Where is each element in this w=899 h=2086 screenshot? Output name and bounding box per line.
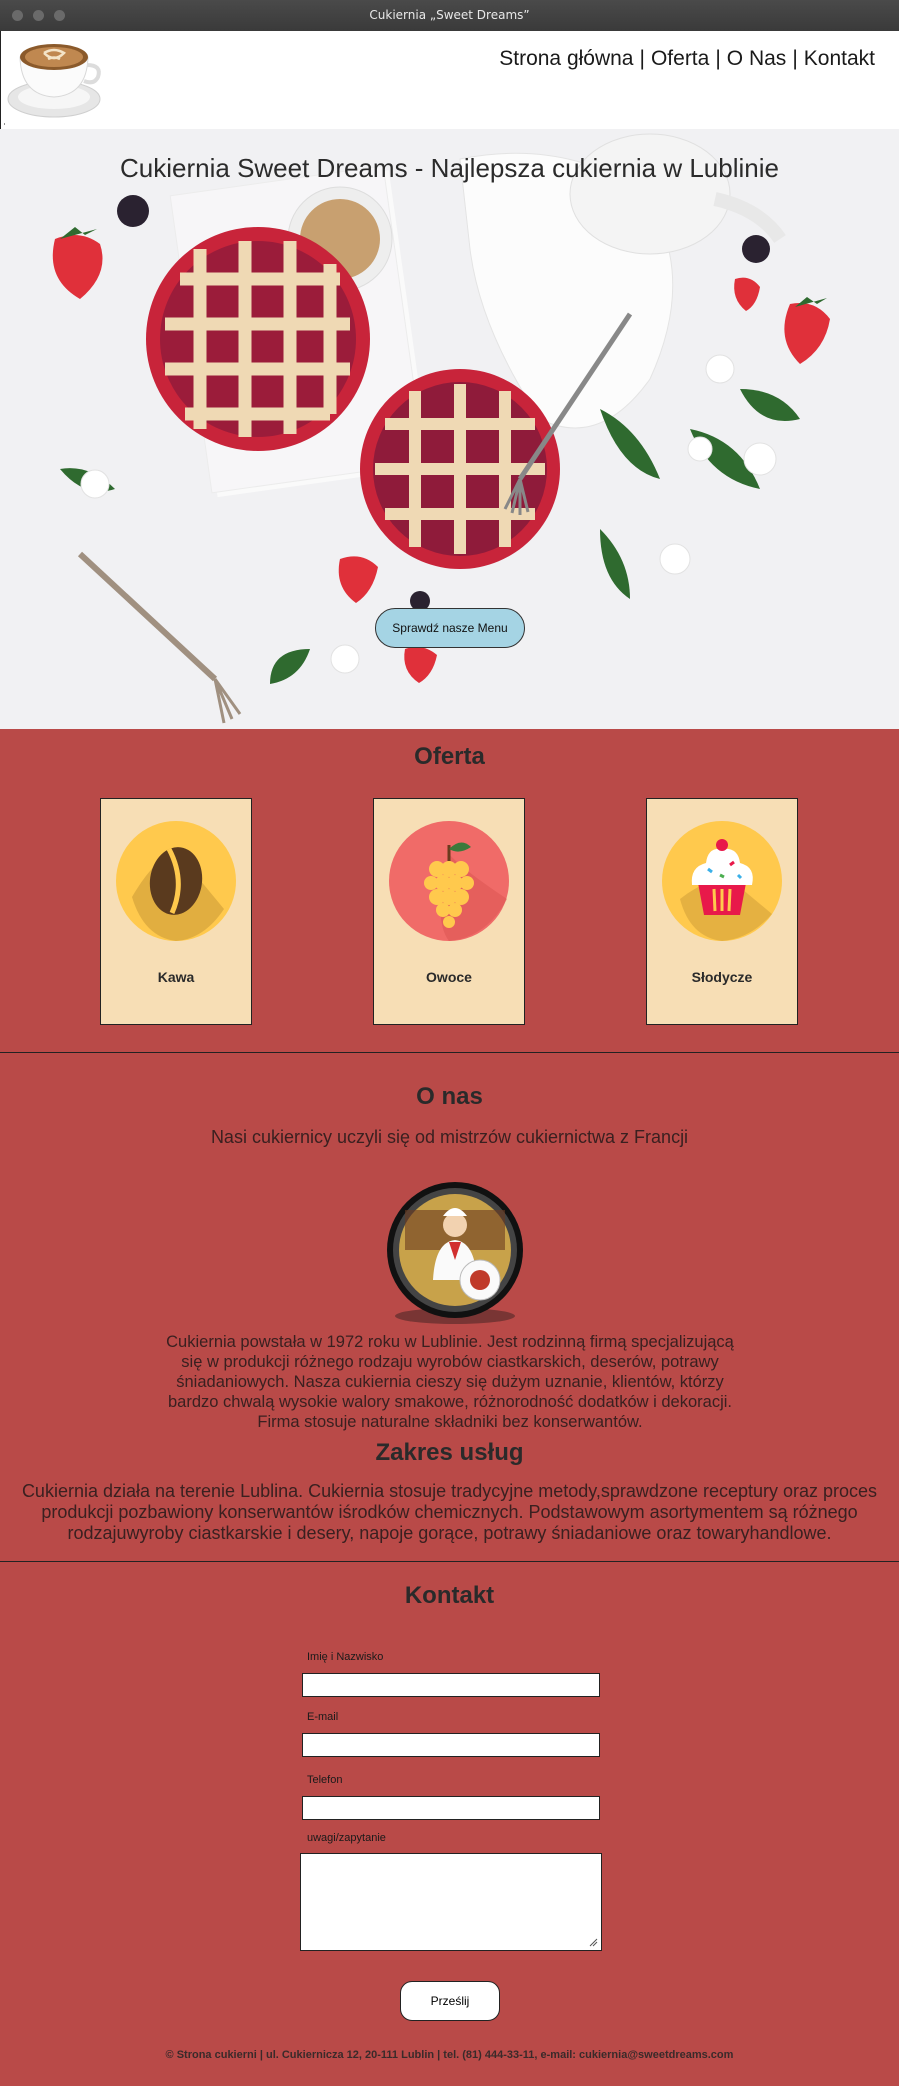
nav-contact[interactable]: Kontakt	[804, 47, 875, 70]
check-menu-button[interactable]: Sprawdź nasze Menu	[375, 608, 525, 648]
coffee-cup-logo[interactable]	[4, 35, 106, 125]
offer-card-coffee[interactable]: Kawa	[100, 798, 252, 1025]
phone-label: Telefon	[307, 1774, 343, 1786]
nav-separator: |	[792, 47, 798, 70]
resize-handle-icon[interactable]	[588, 1937, 598, 1947]
header-border	[0, 31, 1, 129]
name-label: Imię i Nazwisko	[307, 1651, 384, 1663]
grapes-icon	[389, 821, 509, 941]
offer-card-label: Kawa	[157, 969, 195, 985]
email-label: E-mail	[307, 1711, 339, 1723]
window-title: Cukiernia „Sweet Dreams”	[369, 8, 530, 22]
contact-section: Kontakt Imię i Nazwisko E-mail Telefon u…	[0, 1562, 899, 2086]
footer-text: © Strona cukierni | ul. Cukiernicza 12, …	[165, 2049, 734, 2061]
site-header: Strona główna | Oferta | O Nas | Kontakt	[0, 31, 899, 129]
about-section: O nas Nasi cukiernicy uczyli się od mist…	[0, 1053, 899, 1562]
nav-home[interactable]: Strona główna	[499, 47, 633, 70]
nav-offer[interactable]: Oferta	[651, 47, 709, 70]
hero-section: Cukiernia Sweet Dreams - Najlepsza cukie…	[0, 129, 899, 729]
offer-heading: Oferta	[414, 743, 485, 770]
hero-title: Cukiernia Sweet Dreams - Najlepsza cukie…	[120, 153, 779, 183]
offer-card-sweets[interactable]: Słodycze	[646, 798, 798, 1025]
message-label: uwagi/zapytanie	[307, 1832, 386, 1844]
window-titlebar: Cukiernia „Sweet Dreams”	[0, 0, 899, 32]
offer-card-label: Słodycze	[691, 969, 753, 985]
about-heading: O nas	[416, 1083, 483, 1110]
phone-input[interactable]	[302, 1796, 600, 1820]
services-heading: Zakres usług	[375, 1439, 524, 1466]
nav-separator: |	[639, 47, 645, 70]
about-text: Cukiernia powstała w 1972 roku w Lublini…	[166, 1333, 734, 1431]
message-textarea[interactable]	[300, 1853, 602, 1951]
chef-avatar	[387, 1182, 523, 1324]
contact-heading: Kontakt	[404, 1582, 495, 1609]
name-input[interactable]	[302, 1673, 600, 1697]
email-input[interactable]	[302, 1733, 600, 1757]
cupcake-icon	[662, 821, 782, 941]
main-nav: Strona główna | Oferta | O Nas | Kontakt	[499, 47, 875, 71]
offer-section: Oferta Kawa Owoce Słodycze	[0, 729, 899, 1053]
nav-about[interactable]: O Nas	[727, 47, 787, 70]
offer-card-label: Owoce	[426, 969, 472, 985]
about-subtitle: Nasi cukiernicy uczyli się od mistrzów c…	[210, 1127, 689, 1147]
offer-card-fruit[interactable]: Owoce	[373, 798, 525, 1025]
services-text: Cukiernia działa na terenie Lublina. Cuk…	[21, 1481, 878, 1543]
submit-button[interactable]: Prześlij	[400, 1981, 500, 2021]
coffee-bean-icon	[116, 821, 236, 941]
nav-separator: |	[715, 47, 721, 70]
